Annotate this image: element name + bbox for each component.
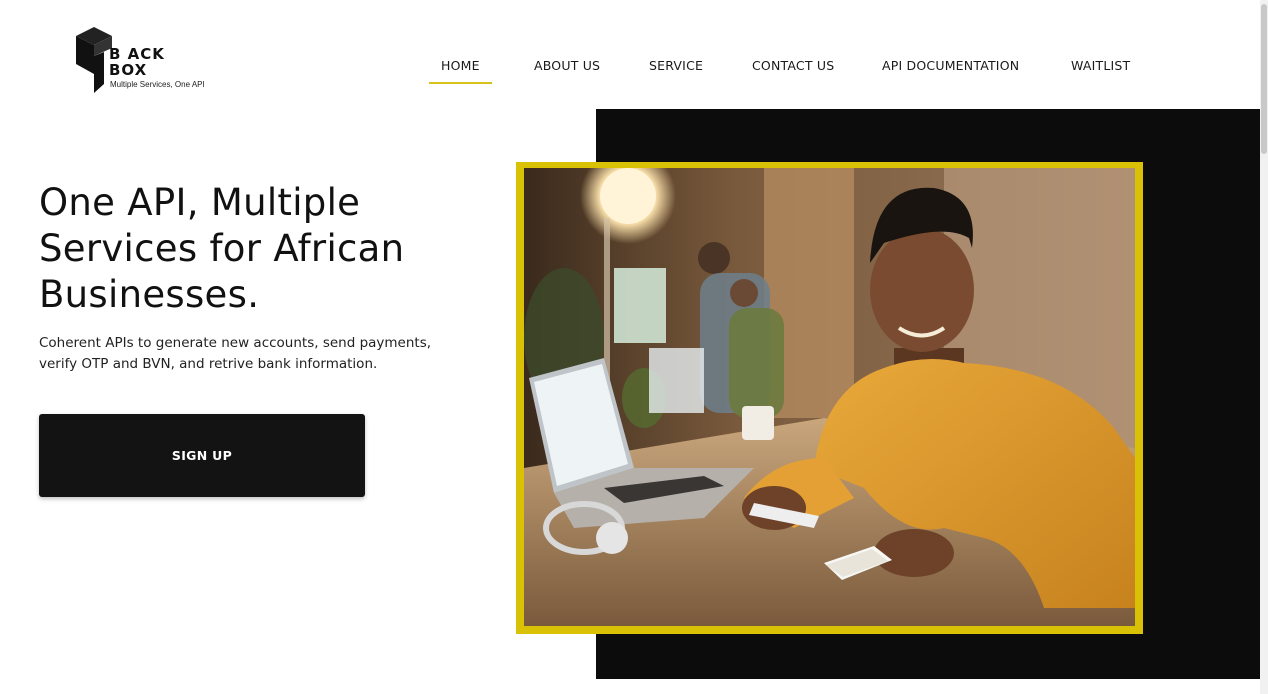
hero-subtitle-line-2: verify OTP and BVN, and retrive bank inf… — [39, 356, 378, 372]
nav-api-documentation[interactable]: API DOCUMENTATION — [882, 58, 1019, 73]
cube-logo-icon — [76, 27, 112, 93]
sign-up-button[interactable]: SIGN UP — [39, 414, 365, 497]
logo-tagline: Multiple Services, One API — [110, 80, 205, 89]
nav-home[interactable]: HOME — [429, 58, 492, 84]
nav-contact-us[interactable]: CONTACT US — [752, 58, 834, 73]
nav-waitlist[interactable]: WAITLIST — [1071, 58, 1130, 73]
scrollbar-thumb[interactable] — [1261, 4, 1267, 154]
page-scrollbar[interactable] — [1260, 0, 1268, 694]
logo-word-box: BOX — [109, 61, 148, 79]
hero-title-line-1: One API, Multiple — [39, 181, 361, 224]
brand-logo[interactable]: B ACK BOX Multiple Services, One API — [74, 26, 214, 96]
nav-about-us[interactable]: ABOUT US — [534, 58, 600, 73]
nav-service[interactable]: SERVICE — [649, 58, 703, 73]
hero-subtitle-line-1: Coherent APIs to generate new accounts, … — [39, 335, 432, 351]
hero-title-line-3: Businesses. — [39, 273, 260, 316]
hero-photo-image — [524, 168, 1135, 626]
hero-photo-frame — [516, 162, 1143, 634]
hero-title: One API, Multiple Services for African B… — [39, 180, 509, 318]
hero-title-line-2: Services for African — [39, 227, 405, 270]
hero-subtitle: Coherent APIs to generate new accounts, … — [39, 333, 479, 375]
logo-word-black: B ACK — [109, 45, 165, 63]
